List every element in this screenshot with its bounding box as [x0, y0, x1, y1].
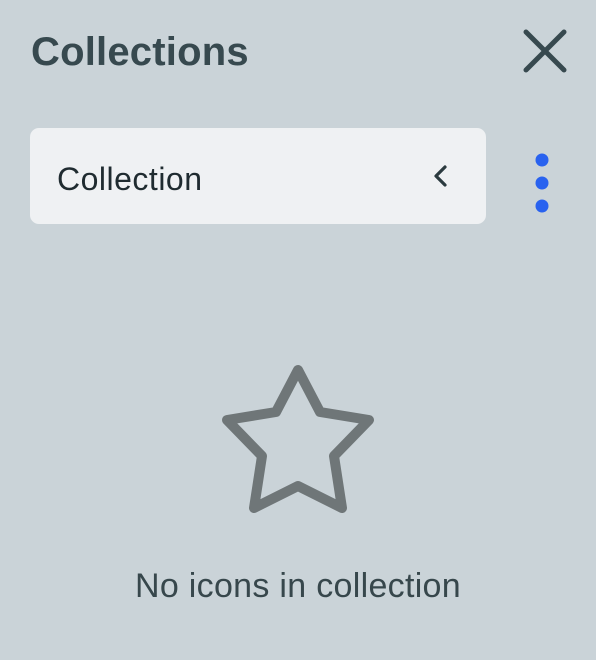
collection-dropdown-label: Collection [57, 161, 203, 197]
collection-dropdown[interactable]: Collection [30, 128, 486, 224]
chevron-left-icon [430, 162, 450, 190]
collections-panel: Collections Collection No icons in colle… [0, 0, 596, 660]
panel-header: Collections [31, 26, 570, 80]
empty-state-message: No icons in collection [135, 567, 461, 605]
panel-title: Collections [31, 30, 249, 74]
more-options-button[interactable] [526, 150, 558, 214]
collection-selector-row: Collection [30, 128, 570, 224]
close-icon [520, 26, 570, 76]
more-vertical-icon [526, 150, 558, 214]
empty-state: No icons in collection [0, 360, 596, 610]
star-icon [216, 362, 380, 520]
close-button[interactable] [520, 26, 570, 76]
